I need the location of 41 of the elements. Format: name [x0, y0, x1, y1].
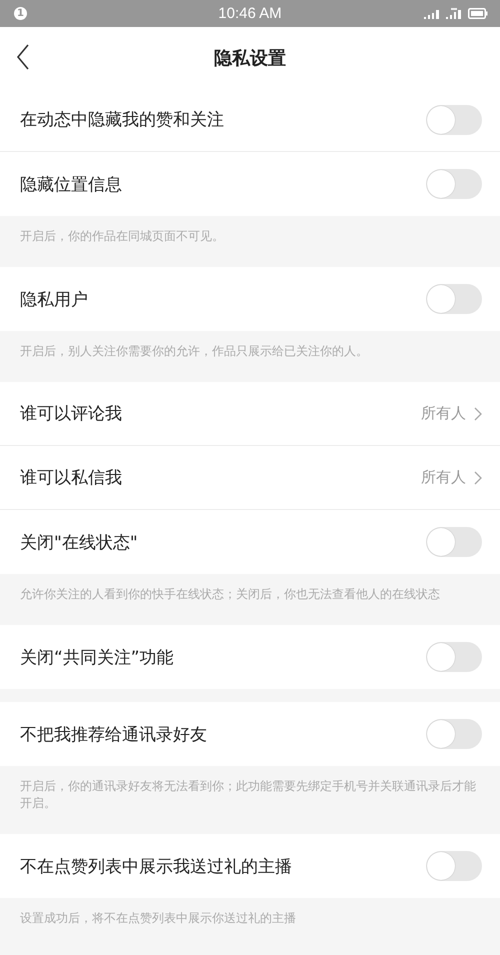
settings-row[interactable]: 不把我推荐给通讯录好友 [0, 702, 500, 766]
row-value: 所有人 [421, 404, 466, 423]
row-value: 所有人 [421, 468, 466, 487]
hint-text: 开启后，别人关注你需要你的允许，作品只展示给已关注你的人。 [20, 343, 369, 360]
toggle-switch[interactable] [426, 169, 482, 199]
toggle-switch[interactable] [426, 719, 482, 749]
settings-row[interactable]: 隐私用户 [0, 267, 500, 331]
signal-icon [446, 8, 462, 19]
status-time: 10:46 AM [218, 5, 282, 22]
row-label: 在动态中隐藏我的赞和关注 [20, 109, 224, 131]
row-label: 谁可以评论我 [20, 403, 122, 425]
row-label: 关闭“共同关注”功能 [20, 646, 174, 668]
settings-row[interactable]: 关闭“共同关注”功能 [0, 625, 500, 689]
notification-badge: 1 [14, 7, 27, 20]
hint-text: 设置成功后，将不在点赞列表中展示你送过礼的主播 [20, 910, 297, 927]
toggle-switch[interactable] [426, 527, 482, 557]
chevron-right-icon [474, 470, 482, 484]
row-label: 谁可以私信我 [20, 467, 122, 489]
chevron-right-icon [474, 406, 482, 420]
toggle-switch[interactable] [426, 104, 482, 134]
row-label: 隐私用户 [20, 288, 88, 310]
signal-icon [424, 8, 440, 18]
battery-icon [468, 8, 488, 19]
settings-row[interactable]: 不在点赞列表中展示我送过礼的主播 [0, 834, 500, 898]
settings-row[interactable]: 在动态中隐藏我的赞和关注 [0, 88, 500, 152]
settings-row[interactable]: 谁可以评论我 所有人 [0, 382, 500, 446]
row-label: 隐藏位置信息 [20, 174, 122, 196]
page-title: 隐私设置 [214, 46, 286, 70]
hint-text: 开启后，你的作品在同城页面不可见。 [20, 228, 225, 245]
toggle-switch[interactable] [426, 284, 482, 314]
row-label: 不把我推荐给通讯录好友 [20, 724, 207, 746]
settings-row[interactable]: 谁可以私信我 所有人 [0, 446, 500, 510]
settings-row[interactable]: 隐藏位置信息 [0, 152, 500, 216]
toggle-switch[interactable] [426, 851, 482, 881]
hint-text: 开启后，你的通讯录好友将无法看到你；此功能需要先绑定手机号并关联通讯录后才能开启。 [20, 778, 477, 812]
row-label: 不在点赞列表中展示我送过礼的主播 [20, 856, 292, 878]
back-icon[interactable] [16, 44, 30, 70]
settings-row[interactable]: 关闭"在线状态" [0, 510, 500, 574]
hint-text: 允许你关注的人看到你的快手在线状态；关闭后，你也无法查看他人的在线状态 [20, 586, 441, 603]
row-label: 关闭"在线状态" [20, 532, 138, 554]
toggle-switch[interactable] [426, 642, 482, 672]
